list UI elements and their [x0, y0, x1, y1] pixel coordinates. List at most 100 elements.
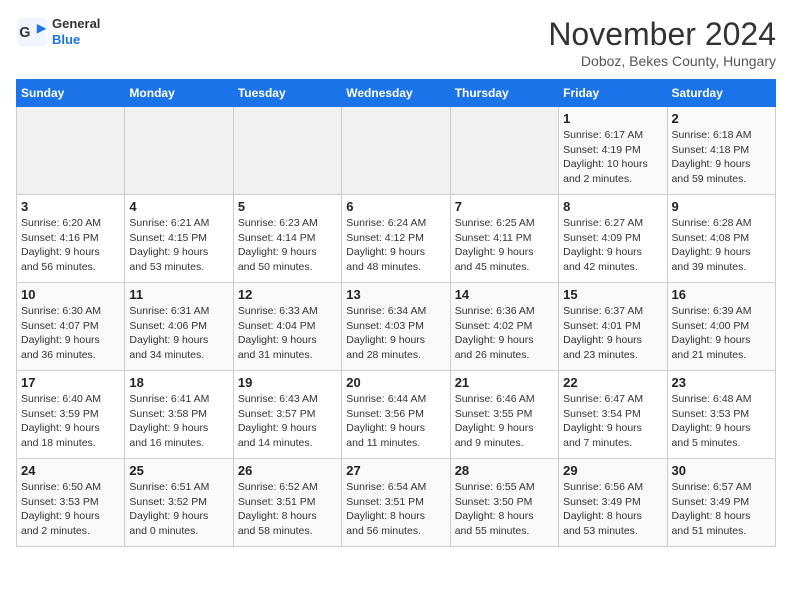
day-info: Sunrise: 6:17 AM Sunset: 4:19 PM Dayligh… — [563, 128, 662, 187]
day-number: 13 — [346, 287, 445, 302]
day-info: Sunrise: 6:34 AM Sunset: 4:03 PM Dayligh… — [346, 304, 445, 363]
day-info: Sunrise: 6:28 AM Sunset: 4:08 PM Dayligh… — [672, 216, 771, 275]
day-number: 14 — [455, 287, 554, 302]
day-info: Sunrise: 6:56 AM Sunset: 3:49 PM Dayligh… — [563, 480, 662, 539]
day-number: 3 — [21, 199, 120, 214]
weekday-header-friday: Friday — [559, 80, 667, 107]
calendar-cell: 14 Sunrise: 6:36 AM Sunset: 4:02 PM Dayli… — [450, 283, 558, 371]
day-number: 1 — [563, 111, 662, 126]
day-number: 11 — [129, 287, 228, 302]
day-number: 19 — [238, 375, 337, 390]
day-info: Sunrise: 6:36 AM Sunset: 4:02 PM Dayligh… — [455, 304, 554, 363]
calendar-cell: 28 Sunrise: 6:55 AM Sunset: 3:50 PM Dayli… — [450, 459, 558, 547]
day-number: 9 — [672, 199, 771, 214]
day-info: Sunrise: 6:41 AM Sunset: 3:58 PM Dayligh… — [129, 392, 228, 451]
day-info: Sunrise: 6:25 AM Sunset: 4:11 PM Dayligh… — [455, 216, 554, 275]
day-number: 12 — [238, 287, 337, 302]
calendar-week-4: 17 Sunrise: 6:40 AM Sunset: 3:59 PM Dayli… — [17, 371, 776, 459]
day-info: Sunrise: 6:52 AM Sunset: 3:51 PM Dayligh… — [238, 480, 337, 539]
day-info: Sunrise: 6:43 AM Sunset: 3:57 PM Dayligh… — [238, 392, 337, 451]
calendar-week-1: 1 Sunrise: 6:17 AM Sunset: 4:19 PM Daylig… — [17, 107, 776, 195]
calendar-cell: 2Sunrise: 6:18 AM Sunset: 4:18 PM Daylig… — [667, 107, 775, 195]
day-number: 27 — [346, 463, 445, 478]
weekday-header-monday: Monday — [125, 80, 233, 107]
day-number: 4 — [129, 199, 228, 214]
day-info: Sunrise: 6:27 AM Sunset: 4:09 PM Dayligh… — [563, 216, 662, 275]
calendar-cell: 1 Sunrise: 6:17 AM Sunset: 4:19 PM Daylig… — [559, 107, 667, 195]
day-info: Sunrise: 6:46 AM Sunset: 3:55 PM Dayligh… — [455, 392, 554, 451]
calendar-cell: 16Sunrise: 6:39 AM Sunset: 4:00 PM Dayli… — [667, 283, 775, 371]
day-info: Sunrise: 6:51 AM Sunset: 3:52 PM Dayligh… — [129, 480, 228, 539]
day-number: 5 — [238, 199, 337, 214]
calendar-week-5: 24Sunrise: 6:50 AM Sunset: 3:53 PM Dayli… — [17, 459, 776, 547]
calendar-cell: 12 Sunrise: 6:33 AM Sunset: 4:04 PM Dayli… — [233, 283, 341, 371]
calendar-cell: 4 Sunrise: 6:21 AM Sunset: 4:15 PM Daylig… — [125, 195, 233, 283]
calendar-cell — [450, 107, 558, 195]
calendar-cell — [342, 107, 450, 195]
calendar-week-2: 3 Sunrise: 6:20 AM Sunset: 4:16 PM Daylig… — [17, 195, 776, 283]
calendar-cell: 30 Sunrise: 6:57 AM Sunset: 3:49 PM Dayli… — [667, 459, 775, 547]
calendar-cell: 18 Sunrise: 6:41 AM Sunset: 3:58 PM Dayli… — [125, 371, 233, 459]
day-number: 17 — [21, 375, 120, 390]
day-info: Sunrise: 6:48 AM Sunset: 3:53 PM Dayligh… — [672, 392, 771, 451]
calendar-cell: 6 Sunrise: 6:24 AM Sunset: 4:12 PM Daylig… — [342, 195, 450, 283]
calendar-table: SundayMondayTuesdayWednesdayThursdayFrid… — [16, 79, 776, 547]
logo: G General Blue — [16, 16, 100, 48]
calendar-cell: 20Sunrise: 6:44 AM Sunset: 3:56 PM Dayli… — [342, 371, 450, 459]
day-info: Sunrise: 6:33 AM Sunset: 4:04 PM Dayligh… — [238, 304, 337, 363]
day-number: 8 — [563, 199, 662, 214]
calendar-week-3: 10 Sunrise: 6:30 AM Sunset: 4:07 PM Dayli… — [17, 283, 776, 371]
day-info: Sunrise: 6:24 AM Sunset: 4:12 PM Dayligh… — [346, 216, 445, 275]
logo-icon: G — [16, 16, 48, 48]
svg-text:G: G — [19, 25, 30, 41]
calendar-body: 1 Sunrise: 6:17 AM Sunset: 4:19 PM Daylig… — [17, 107, 776, 547]
calendar-cell: 8 Sunrise: 6:27 AM Sunset: 4:09 PM Daylig… — [559, 195, 667, 283]
day-info: Sunrise: 6:39 AM Sunset: 4:00 PM Dayligh… — [672, 304, 771, 363]
calendar-cell — [125, 107, 233, 195]
day-number: 22 — [563, 375, 662, 390]
day-info: Sunrise: 6:21 AM Sunset: 4:15 PM Dayligh… — [129, 216, 228, 275]
day-number: 30 — [672, 463, 771, 478]
day-info: Sunrise: 6:47 AM Sunset: 3:54 PM Dayligh… — [563, 392, 662, 451]
weekday-header-row: SundayMondayTuesdayWednesdayThursdayFrid… — [17, 80, 776, 107]
day-number: 18 — [129, 375, 228, 390]
location-subtitle: Doboz, Bekes County, Hungary — [548, 53, 776, 69]
calendar-cell: 26 Sunrise: 6:52 AM Sunset: 3:51 PM Dayli… — [233, 459, 341, 547]
calendar-cell: 27 Sunrise: 6:54 AM Sunset: 3:51 PM Dayli… — [342, 459, 450, 547]
calendar-header: SundayMondayTuesdayWednesdayThursdayFrid… — [17, 80, 776, 107]
calendar-cell: 13 Sunrise: 6:34 AM Sunset: 4:03 PM Dayli… — [342, 283, 450, 371]
logo-text: General Blue — [52, 16, 100, 47]
calendar-cell: 17 Sunrise: 6:40 AM Sunset: 3:59 PM Dayli… — [17, 371, 125, 459]
day-number: 26 — [238, 463, 337, 478]
calendar-cell: 10 Sunrise: 6:30 AM Sunset: 4:07 PM Dayli… — [17, 283, 125, 371]
day-info: Sunrise: 6:37 AM Sunset: 4:01 PM Dayligh… — [563, 304, 662, 363]
day-number: 21 — [455, 375, 554, 390]
weekday-header-tuesday: Tuesday — [233, 80, 341, 107]
day-info: Sunrise: 6:18 AM Sunset: 4:18 PM Dayligh… — [672, 128, 771, 187]
day-number: 25 — [129, 463, 228, 478]
month-title: November 2024 — [548, 16, 776, 53]
day-info: Sunrise: 6:54 AM Sunset: 3:51 PM Dayligh… — [346, 480, 445, 539]
day-info: Sunrise: 6:40 AM Sunset: 3:59 PM Dayligh… — [21, 392, 120, 451]
day-info: Sunrise: 6:20 AM Sunset: 4:16 PM Dayligh… — [21, 216, 120, 275]
calendar-cell: 7Sunrise: 6:25 AM Sunset: 4:11 PM Daylig… — [450, 195, 558, 283]
calendar-cell — [17, 107, 125, 195]
calendar-cell: 22 Sunrise: 6:47 AM Sunset: 3:54 PM Dayli… — [559, 371, 667, 459]
day-number: 6 — [346, 199, 445, 214]
weekday-header-sunday: Sunday — [17, 80, 125, 107]
calendar-cell: 5Sunrise: 6:23 AM Sunset: 4:14 PM Daylig… — [233, 195, 341, 283]
day-info: Sunrise: 6:50 AM Sunset: 3:53 PM Dayligh… — [21, 480, 120, 539]
day-info: Sunrise: 6:30 AM Sunset: 4:07 PM Dayligh… — [21, 304, 120, 363]
day-number: 28 — [455, 463, 554, 478]
day-info: Sunrise: 6:44 AM Sunset: 3:56 PM Dayligh… — [346, 392, 445, 451]
day-info: Sunrise: 6:55 AM Sunset: 3:50 PM Dayligh… — [455, 480, 554, 539]
calendar-cell: 21 Sunrise: 6:46 AM Sunset: 3:55 PM Dayli… — [450, 371, 558, 459]
calendar-cell: 25 Sunrise: 6:51 AM Sunset: 3:52 PM Dayli… — [125, 459, 233, 547]
calendar-cell: 29Sunrise: 6:56 AM Sunset: 3:49 PM Dayli… — [559, 459, 667, 547]
calendar-cell: 23Sunrise: 6:48 AM Sunset: 3:53 PM Dayli… — [667, 371, 775, 459]
day-info: Sunrise: 6:57 AM Sunset: 3:49 PM Dayligh… — [672, 480, 771, 539]
calendar-cell: 24Sunrise: 6:50 AM Sunset: 3:53 PM Dayli… — [17, 459, 125, 547]
calendar-cell: 19 Sunrise: 6:43 AM Sunset: 3:57 PM Dayli… — [233, 371, 341, 459]
calendar-cell: 15Sunrise: 6:37 AM Sunset: 4:01 PM Dayli… — [559, 283, 667, 371]
day-number: 10 — [21, 287, 120, 302]
